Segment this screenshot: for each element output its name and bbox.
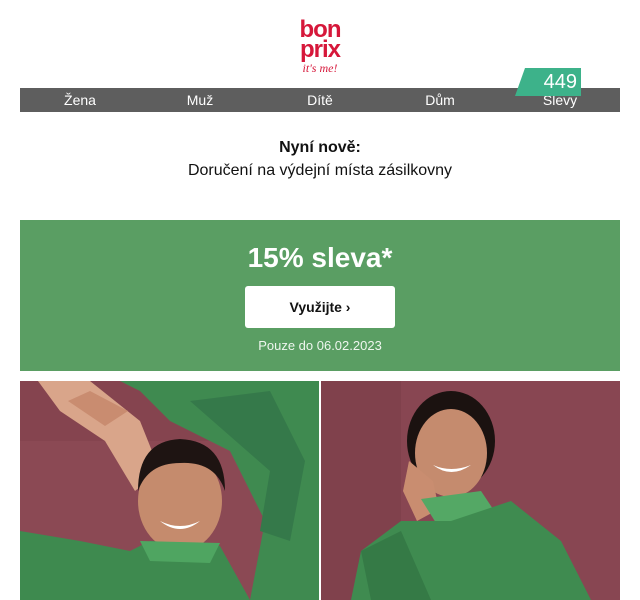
logo-tagline: it's me! <box>302 61 338 75</box>
hero-photo-left <box>20 381 319 600</box>
discount-headline: 15% sleva* <box>247 242 393 273</box>
discount-validity: Pouze do 06.02.2023 <box>258 338 382 353</box>
discount-banner: 15% sleva* Využijte › Pouze do 06.02.202… <box>20 220 620 371</box>
notice-text: Doručení na výdejní místa zásilkovny <box>187 162 453 179</box>
logo-word-prix: prix <box>299 36 341 63</box>
brand-logo[interactable]: bon prix it's me! <box>280 18 360 76</box>
nav-item-dite[interactable]: Dítě <box>260 88 380 112</box>
price-badge[interactable]: Wow! 449 <box>515 49 585 96</box>
delivery-notice: Nyní nově: Doručení na výdejní místa zás… <box>20 138 620 181</box>
nav-item-dum[interactable]: Dům <box>380 88 500 112</box>
hero-photo-right <box>321 381 620 600</box>
nav-item-muz[interactable]: Muž <box>140 88 260 112</box>
nav-item-zena[interactable]: Žena <box>20 88 140 112</box>
use-discount-button[interactable]: Využijte › <box>245 286 395 328</box>
badge-price: 449 <box>515 68 581 96</box>
notice-title: Nyní nově: <box>279 139 361 156</box>
hero-banner[interactable] <box>20 381 620 600</box>
badge-label: Wow! <box>516 49 551 65</box>
